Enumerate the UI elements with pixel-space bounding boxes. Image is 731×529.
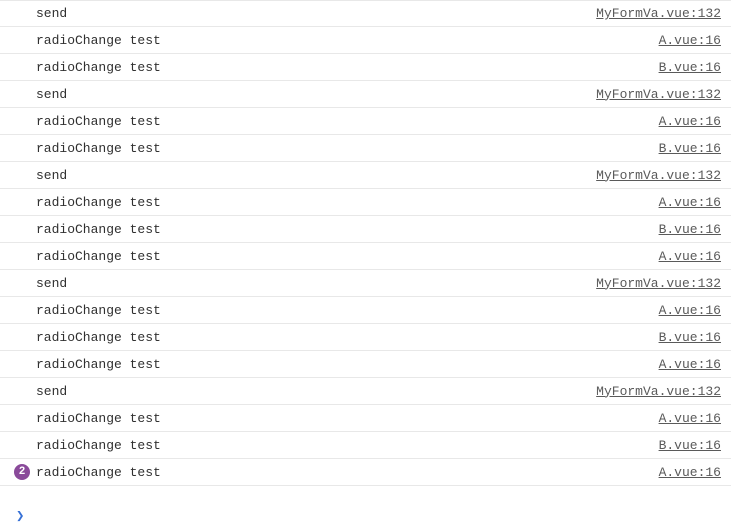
console-panel: send MyFormVa.vue:132 radioChange test A.vu… xyxy=(0,0,731,529)
log-row: send MyFormVa.vue:132 xyxy=(0,270,731,297)
log-row: send MyFormVa.vue:132 xyxy=(0,378,731,405)
log-message: send xyxy=(36,6,67,21)
log-source-link[interactable]: MyFormVa.vue:132 xyxy=(596,168,721,183)
repeat-count-badge: 2 xyxy=(14,464,30,480)
log-message: send xyxy=(36,168,67,183)
log-source-link[interactable]: MyFormVa.vue:132 xyxy=(596,276,721,291)
log-source-link[interactable]: A.vue:16 xyxy=(659,114,721,129)
log-message: send xyxy=(36,276,67,291)
log-message: radioChange test xyxy=(36,357,161,372)
log-row: radioChange test A.vue:16 xyxy=(0,351,731,378)
log-message: send xyxy=(36,384,67,399)
log-row: send MyFormVa.vue:132 xyxy=(0,0,731,27)
log-row: radioChange test A.vue:16 xyxy=(0,405,731,432)
log-row: radioChange test B.vue:16 xyxy=(0,54,731,81)
log-message: radioChange test xyxy=(36,141,161,156)
log-source-link[interactable]: A.vue:16 xyxy=(659,195,721,210)
log-source-link[interactable]: B.vue:16 xyxy=(659,60,721,75)
log-source-link[interactable]: A.vue:16 xyxy=(659,411,721,426)
log-source-link[interactable]: A.vue:16 xyxy=(659,303,721,318)
log-source-link[interactable]: B.vue:16 xyxy=(659,330,721,345)
log-source-link[interactable]: B.vue:16 xyxy=(659,438,721,453)
log-row: 2 radioChange test A.vue:16 xyxy=(0,459,731,486)
log-row: radioChange test B.vue:16 xyxy=(0,135,731,162)
log-message: radioChange test xyxy=(36,438,161,453)
log-message: radioChange test xyxy=(36,33,161,48)
console-prompt[interactable]: ❯ xyxy=(0,504,731,529)
log-message: radioChange test xyxy=(36,465,161,480)
log-list: send MyFormVa.vue:132 radioChange test A.vu… xyxy=(0,0,731,504)
log-source-link[interactable]: B.vue:16 xyxy=(659,141,721,156)
log-source-link[interactable]: MyFormVa.vue:132 xyxy=(596,384,721,399)
log-row: radioChange test A.vue:16 xyxy=(0,27,731,54)
log-source-link[interactable]: A.vue:16 xyxy=(659,357,721,372)
log-message: radioChange test xyxy=(36,114,161,129)
log-row: send MyFormVa.vue:132 xyxy=(0,162,731,189)
log-source-link[interactable]: B.vue:16 xyxy=(659,222,721,237)
prompt-chevron-icon: ❯ xyxy=(16,508,24,525)
log-row: radioChange test B.vue:16 xyxy=(0,216,731,243)
log-source-link[interactable]: A.vue:16 xyxy=(659,249,721,264)
log-message: radioChange test xyxy=(36,249,161,264)
log-row: send MyFormVa.vue:132 xyxy=(0,81,731,108)
log-row: radioChange test B.vue:16 xyxy=(0,324,731,351)
log-message: radioChange test xyxy=(36,222,161,237)
log-message: radioChange test xyxy=(36,303,161,318)
log-row: radioChange test A.vue:16 xyxy=(0,243,731,270)
log-row: radioChange test B.vue:16 xyxy=(0,432,731,459)
log-source-link[interactable]: MyFormVa.vue:132 xyxy=(596,87,721,102)
log-message: radioChange test xyxy=(36,330,161,345)
log-message: radioChange test xyxy=(36,60,161,75)
log-source-link[interactable]: A.vue:16 xyxy=(659,465,721,480)
log-message: send xyxy=(36,87,67,102)
log-message: radioChange test xyxy=(36,195,161,210)
log-message: radioChange test xyxy=(36,411,161,426)
log-row: radioChange test A.vue:16 xyxy=(0,297,731,324)
log-source-link[interactable]: MyFormVa.vue:132 xyxy=(596,6,721,21)
log-source-link[interactable]: A.vue:16 xyxy=(659,33,721,48)
log-row: radioChange test A.vue:16 xyxy=(0,189,731,216)
log-row: radioChange test A.vue:16 xyxy=(0,108,731,135)
